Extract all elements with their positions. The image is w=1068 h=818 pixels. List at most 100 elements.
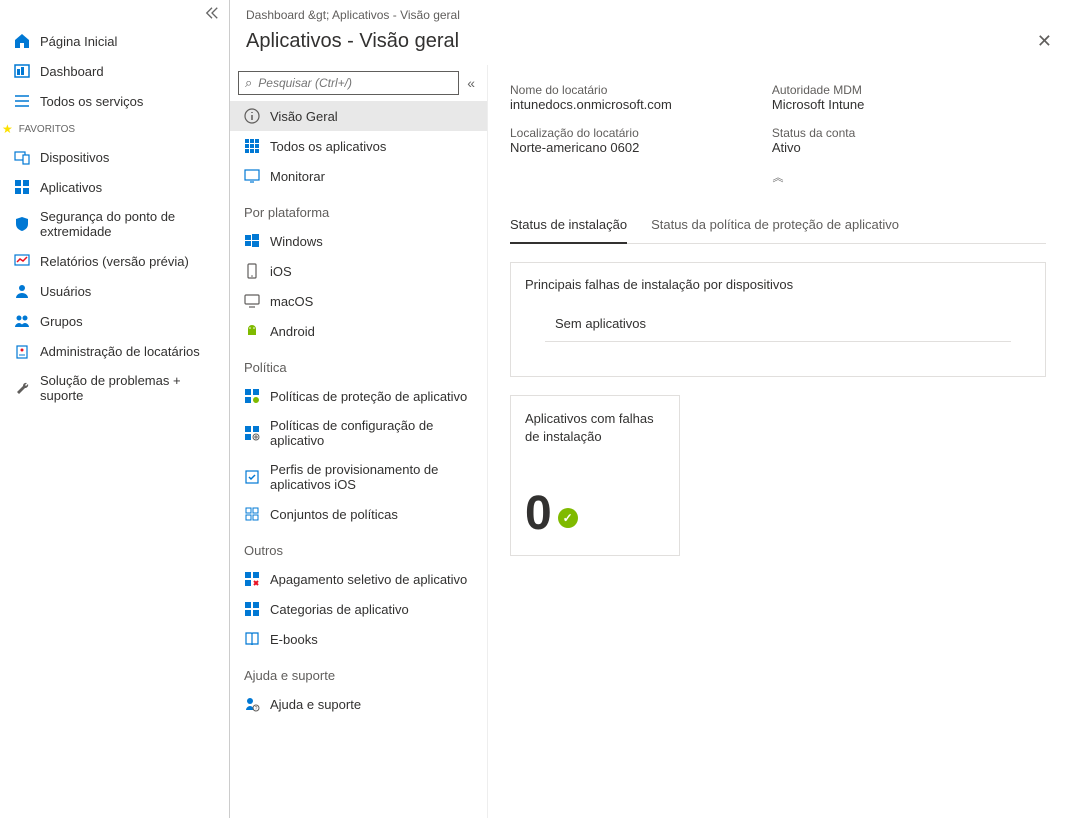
nav-users[interactable]: Usuários: [0, 276, 229, 306]
macos-icon: [244, 293, 260, 309]
nav-apps[interactable]: Aplicativos: [0, 172, 229, 202]
favorites-header: ★ FAVORITOS: [0, 116, 229, 142]
check-icon: ✓: [558, 508, 578, 528]
submenu-label: Apagamento seletivo de aplicativo: [270, 572, 467, 587]
list-icon: [14, 93, 30, 109]
nav-label: Dashboard: [40, 64, 104, 79]
submenu-policy-sets[interactable]: Conjuntos de políticas: [230, 499, 487, 529]
nav-label: Dispositivos: [40, 150, 109, 165]
main-sidebar: Página Inicial Dashboard Todos os serviç…: [0, 0, 230, 818]
submenu-label: Android: [270, 324, 315, 339]
submenu-label: Conjuntos de políticas: [270, 507, 398, 522]
nav-label: Usuários: [40, 284, 91, 299]
android-icon: [244, 323, 260, 339]
submenu-windows[interactable]: Windows: [230, 226, 487, 256]
submenu-label: Windows: [270, 234, 323, 249]
tab-protection-status[interactable]: Status da política de proteção de aplica…: [651, 209, 899, 243]
nav-dashboard[interactable]: Dashboard: [0, 56, 229, 86]
account-status-value: Ativo: [772, 140, 865, 155]
categories-icon: [244, 601, 260, 617]
reports-icon: [14, 253, 30, 269]
tab-install-status[interactable]: Status de instalação: [510, 209, 627, 244]
install-fail-count: 0: [525, 486, 552, 541]
close-button[interactable]: ✕: [1037, 31, 1052, 52]
submenu-categories[interactable]: Categorias de aplicativo: [230, 594, 487, 624]
submenu-ios[interactable]: iOS: [230, 256, 487, 286]
submenu-label: Políticas de configuração de aplicativo: [270, 418, 473, 448]
nav-home[interactable]: Página Inicial: [0, 26, 229, 56]
user-icon: [14, 283, 30, 299]
breadcrumb[interactable]: Dashboard &gt; Aplicativos - Visão geral: [230, 0, 1068, 26]
collapse-info-button[interactable]: ︽: [510, 163, 1046, 191]
mdm-label: Autoridade MDM: [772, 83, 865, 97]
tenant-info: Nome do locatário intunedocs.onmicrosoft…: [510, 83, 1046, 155]
config-icon: [244, 425, 260, 441]
nav-groups[interactable]: Grupos: [0, 306, 229, 336]
wrench-icon: [14, 380, 30, 396]
monitor-icon: [244, 168, 260, 184]
install-fail-title: Aplicativos com falhas de instalação: [525, 410, 665, 446]
nav-label: Página Inicial: [40, 34, 117, 49]
mdm-value: Microsoft Intune: [772, 97, 865, 112]
nav-label: Segurança do ponto de extremidade: [40, 209, 215, 239]
submenu-label: Políticas de proteção de aplicativo: [270, 389, 467, 404]
submenu-selective-wipe[interactable]: Apagamento seletivo de aplicativo: [230, 564, 487, 594]
info-icon: [244, 108, 260, 124]
tenant-name-value: intunedocs.onmicrosoft.com: [510, 97, 672, 112]
main-panel: Nome do locatário intunedocs.onmicrosoft…: [488, 65, 1068, 818]
collapse-sidebar-button[interactable]: [0, 0, 229, 26]
submenu-heading-others: Outros: [230, 529, 487, 564]
submenu-help[interactable]: ? Ajuda e suporte: [230, 689, 487, 719]
apps-icon: [14, 179, 30, 195]
book-icon: [244, 631, 260, 647]
submenu-label: macOS: [270, 294, 313, 309]
chevron-double-left-icon: [205, 6, 219, 20]
submenu-overview[interactable]: Visão Geral: [230, 101, 487, 131]
nav-devices[interactable]: Dispositivos: [0, 142, 229, 172]
submenu-macos[interactable]: macOS: [230, 286, 487, 316]
svg-text:?: ?: [255, 706, 258, 712]
dashboard-icon: [14, 63, 30, 79]
submenu-app-protection[interactable]: Políticas de proteção de aplicativo: [230, 381, 487, 411]
submenu-app-config[interactable]: Políticas de configuração de aplicativo: [230, 411, 487, 455]
tenant-location-label: Localização do locatário: [510, 126, 672, 140]
submenu-monitor[interactable]: Monitorar: [230, 161, 487, 191]
ios-icon: [244, 263, 260, 279]
submenu-label: E-books: [270, 632, 318, 647]
install-fail-card: Aplicativos com falhas de instalação 0 ✓: [510, 395, 680, 556]
submenu-label: Categorias de aplicativo: [270, 602, 409, 617]
submenu-label: iOS: [270, 264, 292, 279]
submenu-heading-help: Ajuda e suporte: [230, 654, 487, 689]
nav-tenant-admin[interactable]: Administração de locatários: [0, 336, 229, 366]
collapse-submenu-button[interactable]: «: [463, 75, 479, 91]
nav-reports[interactable]: Relatórios (versão prévia): [0, 246, 229, 276]
submenu-label: Monitorar: [270, 169, 325, 184]
wipe-icon: [244, 571, 260, 587]
search-box[interactable]: ⌕: [238, 71, 459, 95]
submenu-panel: ⌕ « Visão Geral Todos os aplicativos Mon…: [230, 65, 488, 818]
failures-card-title: Principais falhas de instalação por disp…: [525, 277, 1031, 292]
star-icon: ★: [2, 122, 13, 136]
submenu-ios-provisioning[interactable]: Perfis de provisionamento de aplicativos…: [230, 455, 487, 499]
submenu-heading-policy: Política: [230, 346, 487, 381]
favorites-label: FAVORITOS: [19, 124, 75, 135]
nav-all-services[interactable]: Todos os serviços: [0, 86, 229, 116]
submenu-label: Perfis de provisionamento de aplicativos…: [270, 462, 473, 492]
search-icon: ⌕: [245, 75, 252, 91]
submenu-label: Todos os aplicativos: [270, 139, 386, 154]
nav-label: Solução de problemas + suporte: [40, 373, 215, 403]
devices-icon: [14, 149, 30, 165]
search-input[interactable]: [258, 76, 452, 90]
admin-icon: [14, 343, 30, 359]
submenu-android[interactable]: Android: [230, 316, 487, 346]
help-icon: ?: [244, 696, 260, 712]
nav-endpoint-security[interactable]: Segurança do ponto de extremidade: [0, 202, 229, 246]
tabs: Status de instalação Status da política …: [510, 209, 1046, 244]
nav-troubleshoot[interactable]: Solução de problemas + suporte: [0, 366, 229, 410]
policy-sets-icon: [244, 506, 260, 522]
submenu-ebooks[interactable]: E-books: [230, 624, 487, 654]
submenu-label: Ajuda e suporte: [270, 697, 361, 712]
nav-label: Todos os serviços: [40, 94, 143, 109]
shield-icon: [14, 216, 30, 232]
submenu-all-apps[interactable]: Todos os aplicativos: [230, 131, 487, 161]
